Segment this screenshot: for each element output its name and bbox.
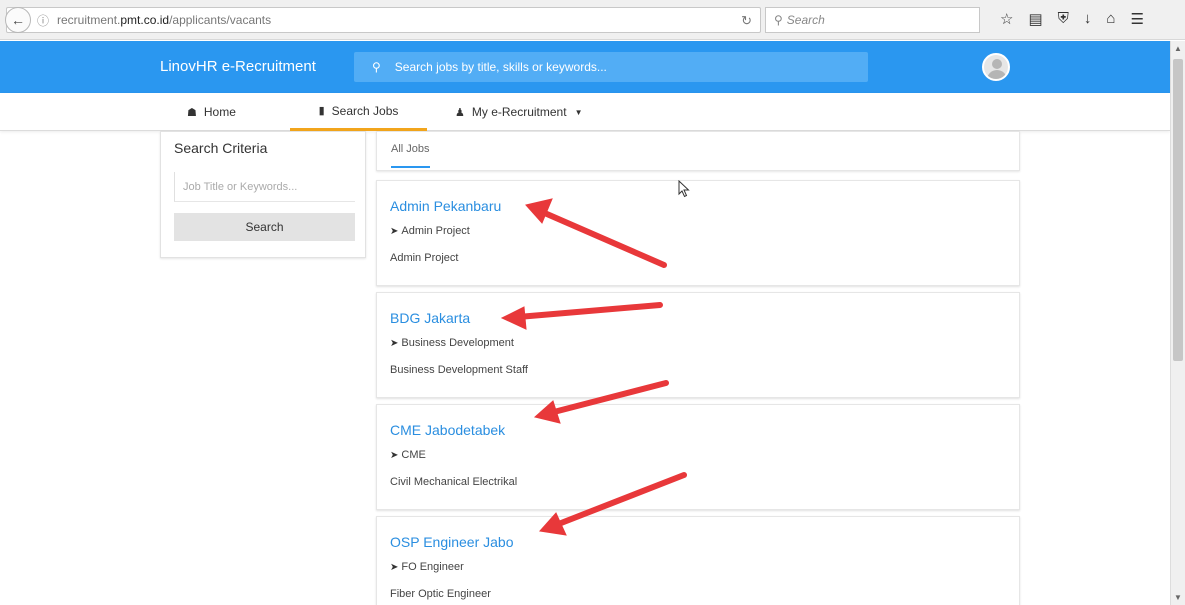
url-text: recruitment.pmt.co.id/applicants/vacants: [57, 13, 272, 27]
tab-all-jobs[interactable]: All Jobs: [391, 143, 430, 168]
nav-my-recruitment-label: My e-Recruitment: [471, 105, 567, 119]
user-icon: ♟: [455, 106, 465, 119]
job-card[interactable]: BDG Jakarta ➤ Business Development Busine…: [376, 292, 1020, 398]
job-department: ➤ FO Engineer: [390, 561, 464, 573]
keyword-input[interactable]: Job Title or Keywords...: [174, 172, 355, 202]
nav-search-jobs-label: Search Jobs: [331, 103, 399, 118]
main-nav: ☗ Home ▮ Search Jobs ♟ My e-Recruitment …: [0, 93, 1170, 131]
scroll-thumb[interactable]: [1173, 59, 1183, 361]
app-header: LinovHR e-Recruitment ⚲ Search jobs by t…: [0, 41, 1170, 93]
chevron-up-icon[interactable]: ▲: [1174, 44, 1182, 53]
browser-toolbar-icons: ☆ ▤ ⛨ ↓ ⌂ ☰: [1000, 10, 1144, 28]
menu-icon[interactable]: ☰: [1130, 10, 1143, 28]
job-title[interactable]: OSP Engineer Jabo: [390, 534, 514, 550]
keyword-placeholder: Job Title or Keywords...: [183, 180, 298, 193]
location-arrow-icon: ➤: [390, 562, 399, 573]
job-title[interactable]: CME Jabodetabek: [390, 422, 505, 438]
job-card[interactable]: OSP Engineer Jabo ➤ FO Engineer Fiber Opt…: [376, 516, 1020, 605]
nav-home-label: Home: [203, 105, 236, 119]
search-criteria-panel: Search Criteria Job Title or Keywords...…: [160, 131, 366, 258]
job-card[interactable]: CME Jabodetabek ➤ CME Civil Mechanical El…: [376, 404, 1020, 510]
job-description: Business Development Staff: [390, 364, 528, 376]
nav-home[interactable]: ☗ Home: [187, 93, 236, 131]
search-criteria-title: Search Criteria: [174, 140, 268, 156]
reading-list-icon[interactable]: ▤: [1028, 10, 1042, 28]
search-button[interactable]: Search: [174, 213, 355, 241]
home-icon: ☗: [187, 106, 197, 119]
search-icon: ⚲: [774, 13, 783, 27]
job-department: ➤ Business Development: [390, 337, 514, 349]
browser-search-input[interactable]: ⚲ Search: [765, 7, 980, 33]
job-tabs: All Jobs: [376, 131, 1020, 171]
mouse-cursor-icon: [678, 180, 690, 198]
location-arrow-icon: ➤: [390, 226, 399, 237]
nav-my-recruitment[interactable]: ♟ My e-Recruitment ▼: [455, 93, 582, 131]
address-bar[interactable]: ← ⓘ recruitment.pmt.co.id/applicants/vac…: [5, 7, 761, 33]
location-arrow-icon: ➤: [390, 450, 399, 461]
search-icon: ⚲: [372, 60, 381, 74]
reload-icon[interactable]: ↻: [741, 13, 752, 29]
job-title[interactable]: Admin Pekanbaru: [390, 198, 501, 214]
job-description: Admin Project: [390, 252, 459, 264]
job-title[interactable]: BDG Jakarta: [390, 310, 470, 326]
location-arrow-icon: ➤: [390, 338, 399, 349]
job-department: ➤ CME: [390, 449, 426, 461]
star-icon[interactable]: ☆: [1000, 10, 1013, 28]
nav-search-jobs[interactable]: ▮ Search Jobs: [290, 93, 427, 131]
job-description: Civil Mechanical Electrikal: [390, 476, 518, 488]
job-search-input[interactable]: ⚲ Search jobs by title, skills or keywor…: [354, 52, 868, 82]
chevron-down-icon[interactable]: ▼: [1174, 593, 1182, 602]
brand-name[interactable]: LinovHR e-Recruitment: [160, 58, 316, 75]
page-scrollbar[interactable]: ▲ ▼: [1170, 41, 1185, 605]
job-description: Fiber Optic Engineer: [390, 588, 491, 600]
avatar[interactable]: [982, 53, 1010, 81]
job-department: ➤ Admin Project: [390, 225, 470, 237]
job-search-placeholder: Search jobs by title, skills or keywords…: [394, 60, 607, 74]
job-card[interactable]: Admin Pekanbaru ➤ Admin Project Admin Pro…: [376, 180, 1020, 286]
page-viewport: LinovHR e-Recruitment ⚲ Search jobs by t…: [0, 41, 1170, 605]
browser-toolbar: ← ⓘ recruitment.pmt.co.id/applicants/vac…: [0, 0, 1185, 40]
download-icon[interactable]: ↓: [1084, 10, 1092, 28]
briefcase-icon: ▮: [318, 105, 325, 117]
home-icon[interactable]: ⌂: [1106, 10, 1115, 28]
pocket-icon[interactable]: ⛨: [1058, 10, 1069, 28]
chevron-down-icon: ▼: [574, 107, 583, 117]
info-icon[interactable]: ⓘ: [37, 12, 49, 29]
back-arrow-icon[interactable]: ←: [5, 7, 31, 33]
browser-search-placeholder: Search: [786, 13, 825, 27]
